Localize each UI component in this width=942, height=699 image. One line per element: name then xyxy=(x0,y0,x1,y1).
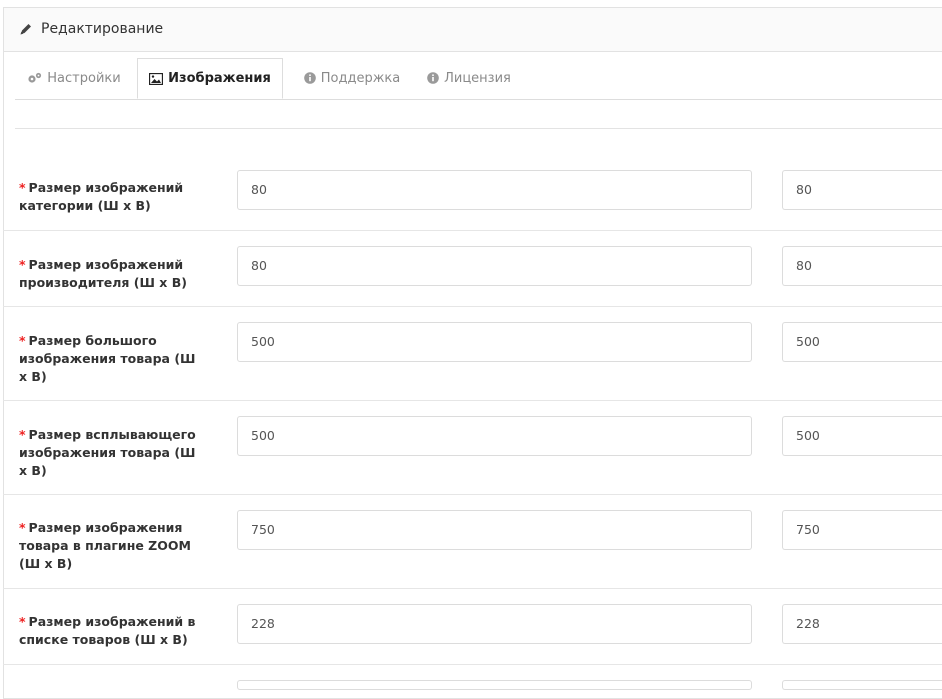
field-label: * Размер изображений в списке товаров (Ш … xyxy=(19,614,196,647)
tab-images[interactable]: Изображения xyxy=(137,58,283,99)
tab-label: Лицензия xyxy=(444,70,511,86)
form-row-list-image-size: * Размер изображений в списке товаров (Ш … xyxy=(0,589,942,665)
required-mark: * xyxy=(19,614,26,629)
width-input[interactable]: 500 xyxy=(237,322,752,362)
field-label: * Размер всплывающего изображения товара … xyxy=(19,427,196,478)
panel-heading: Редактирование xyxy=(4,8,942,52)
pencil-icon xyxy=(20,24,31,35)
gears-icon xyxy=(28,72,42,83)
panel-title: Редактирование xyxy=(41,21,164,37)
height-input[interactable]: 500 xyxy=(782,322,942,362)
info-circle-icon xyxy=(303,72,316,84)
required-mark: * xyxy=(19,333,26,348)
height-input[interactable]: 80 xyxy=(782,246,942,286)
width-input[interactable]: 80 xyxy=(237,246,752,286)
width-input[interactable]: 80 xyxy=(237,170,752,210)
row-divider xyxy=(3,664,942,665)
tab-support[interactable]: Поддержка xyxy=(299,58,405,98)
form-row-zoom-image-size: * Размер изображения товара в плагине ZOO… xyxy=(0,495,942,589)
height-input[interactable]: 80 xyxy=(782,170,942,210)
field-label: * Размер большого изображения товара (Ш x… xyxy=(19,333,196,384)
tab-label: Настройки xyxy=(47,70,121,86)
form-row-manufacturer-image-size: * Размер изображений производителя (Ш x В… xyxy=(0,231,942,307)
form-row-large-product-image-size: * Размер большого изображения товара (Ш x… xyxy=(0,307,942,401)
height-input[interactable]: 500 xyxy=(782,416,942,456)
height-input[interactable]: 750 xyxy=(782,510,942,550)
required-mark: * xyxy=(19,427,26,442)
field-label: * Размер изображений категории (Ш x В) xyxy=(19,180,184,213)
field-label: * Размер изображения товара в плагине ZOO… xyxy=(19,520,191,571)
required-mark: * xyxy=(19,520,26,535)
width-input[interactable]: 750 xyxy=(237,510,752,550)
width-input[interactable]: 500 xyxy=(237,416,752,456)
width-input[interactable]: 228 xyxy=(237,604,752,644)
tab-bar: Настройки Изображения Поддержка Лицензия xyxy=(15,58,942,100)
info-circle-icon xyxy=(427,72,439,84)
tab-license[interactable]: Лицензия xyxy=(421,58,517,98)
tab-label: Изображения xyxy=(168,71,271,86)
form-row-popup-product-image-size: * Размер всплывающего изображения товара … xyxy=(0,401,942,495)
image-icon xyxy=(149,72,164,85)
field-label: * Размер изображений производителя (Ш x В… xyxy=(19,257,187,290)
required-mark: * xyxy=(19,180,26,195)
required-mark: * xyxy=(19,257,26,272)
tab-settings[interactable]: Настройки xyxy=(15,58,133,98)
tab-label: Поддержка xyxy=(320,70,401,86)
divider xyxy=(15,128,942,129)
height-input[interactable]: 228 xyxy=(782,604,942,644)
form-row-category-image-size: * Размер изображений категории (Ш x В) 80… xyxy=(0,153,942,231)
